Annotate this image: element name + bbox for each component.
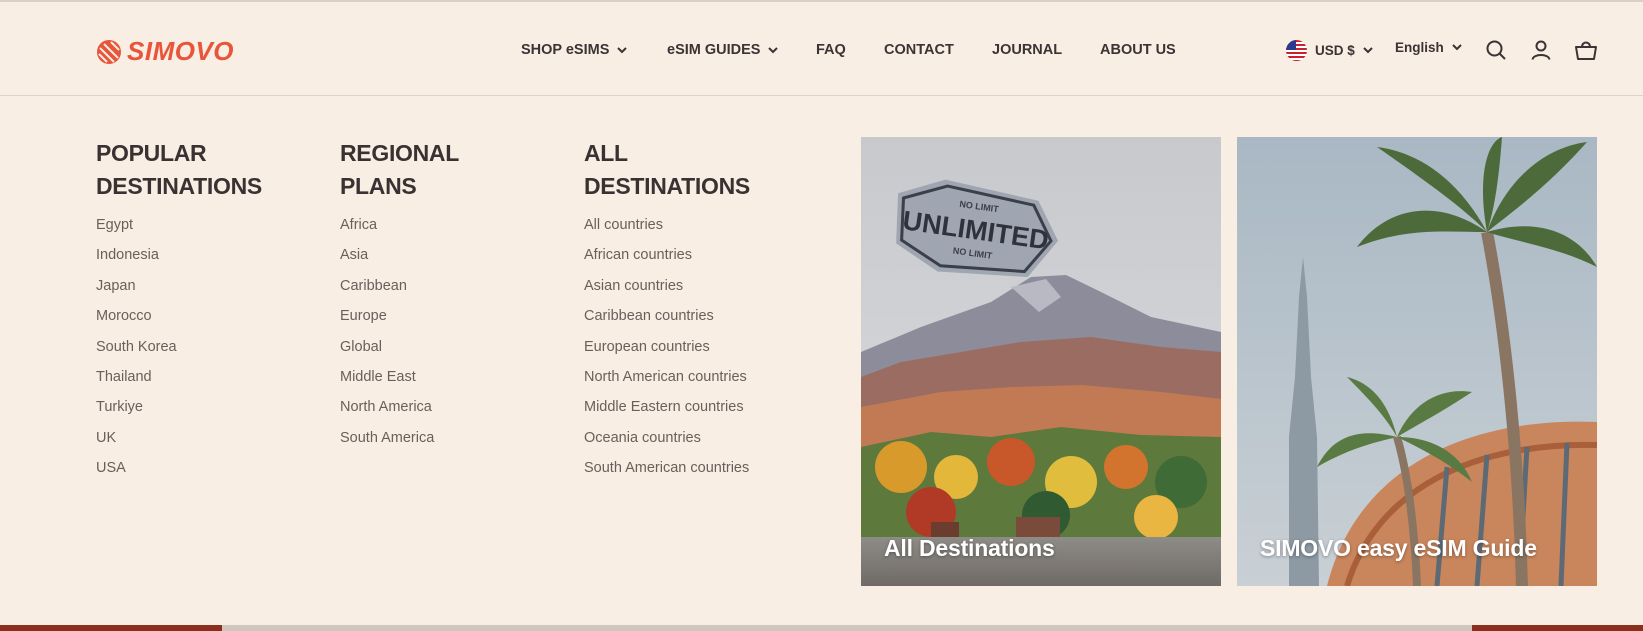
currency-selector[interactable]: USD $ [1286,40,1373,61]
all-destinations-column: ALL DESTINATIONS All countries African co… [584,137,750,490]
all-destinations-card[interactable]: NO LIMIT UNLIMITED NO LIMIT All Destinat… [861,137,1221,586]
nav-contact[interactable]: CONTACT [884,42,954,58]
menu-link[interactable]: North America [340,398,459,428]
link-list: All countries African countries Asian coun… [584,216,750,490]
nav-label: FAQ [816,42,846,58]
nav-label: eSIM GUIDES [667,42,761,58]
card-label: All Destinations [884,535,1055,561]
nav-shop-esims[interactable]: SHOP eSIMS [521,42,628,58]
menu-link[interactable]: Europe [340,307,459,337]
card-label: SIMOVO easy eSIM Guide [1260,535,1537,561]
column-title-line: ALL [584,140,628,166]
column-title: REGIONAL PLANS [340,137,459,203]
chevron-down-icon [1363,47,1373,54]
menu-link[interactable]: Caribbean countries [584,307,750,337]
column-title-line: REGIONAL [340,140,459,166]
menu-link[interactable]: Middle Eastern countries [584,398,750,428]
menu-link[interactable]: Global [340,338,459,368]
menu-link[interactable]: Thailand [96,368,262,398]
chevron-down-icon [768,46,779,53]
menu-link[interactable]: All countries [584,216,750,246]
column-title-line: DESTINATIONS [96,173,262,199]
menu-link[interactable]: African countries [584,246,750,276]
column-title: POPULAR DESTINATIONS [96,137,262,203]
menu-link[interactable]: Japan [96,277,262,307]
column-title: ALL DESTINATIONS [584,137,750,203]
logo-globe-icon [97,39,121,64]
link-list: Africa Asia Caribbean Europe Global Middle Ea… [340,216,459,459]
account-icon[interactable] [1529,38,1553,62]
nav-journal[interactable]: JOURNAL [992,42,1062,58]
currency-label: USD $ [1315,43,1355,58]
menu-link[interactable]: Asian countries [584,277,750,307]
search-icon[interactable] [1484,38,1508,62]
menu-link[interactable]: Asia [340,246,459,276]
palm-trees-image [1237,137,1597,586]
us-flag-icon [1286,40,1307,61]
nav-label: ABOUT US [1100,42,1176,58]
menu-link[interactable]: USA [96,459,262,489]
chevron-down-icon [617,46,628,53]
link-list: Egypt Indonesia Japan Morocco South Korea Tha… [96,216,262,490]
nav-faq[interactable]: FAQ [816,42,846,58]
menu-link[interactable]: Africa [340,216,459,246]
menu-link[interactable]: Indonesia [96,246,262,276]
menu-link[interactable]: Morocco [96,307,262,337]
brand-name: SIMOVO [127,36,235,66]
nav-esim-guides[interactable]: eSIM GUIDES [667,42,779,58]
page-content-edge-mid [222,625,1472,631]
menu-link[interactable]: South America [340,429,459,459]
menu-link[interactable]: Turkiye [96,398,262,428]
menu-link[interactable]: South Korea [96,338,262,368]
menu-link[interactable]: Middle East [340,368,459,398]
language-label: English [1395,40,1444,55]
cart-icon[interactable] [1574,38,1598,62]
menu-link[interactable]: South American countries [584,459,750,489]
popular-destinations-column: POPULAR DESTINATIONS Egypt Indonesia Japan… [96,137,262,490]
menu-link[interactable]: North American countries [584,368,750,398]
nav-about-us[interactable]: ABOUT US [1100,42,1176,58]
nav-label: CONTACT [884,42,954,58]
column-title-line: PLANS [340,173,417,199]
nav-label: SHOP eSIMS [521,42,610,58]
menu-link[interactable]: Oceania countries [584,429,750,459]
esim-guide-card[interactable]: SIMOVO easy eSIM Guide [1237,137,1597,586]
menu-link[interactable]: Egypt [96,216,262,246]
menu-link[interactable]: UK [96,429,262,459]
menu-link[interactable]: European countries [584,338,750,368]
column-title-line: DESTINATIONS [584,173,750,199]
brand-logo[interactable]: SIMOVO [96,36,234,67]
column-title-line: POPULAR [96,140,207,166]
site-header: SIMOVO SHOP eSIMS eSIM GUIDES FAQ CONTAC… [0,0,1643,96]
menu-link[interactable]: Caribbean [340,277,459,307]
language-selector[interactable]: English [1395,40,1462,55]
nav-label: JOURNAL [992,42,1063,58]
regional-plans-column: REGIONAL PLANS Africa Asia Caribbean Europe… [340,137,459,459]
mountain-landscape-image: NO LIMIT UNLIMITED NO LIMIT [861,137,1221,586]
chevron-down-icon [1452,44,1462,51]
